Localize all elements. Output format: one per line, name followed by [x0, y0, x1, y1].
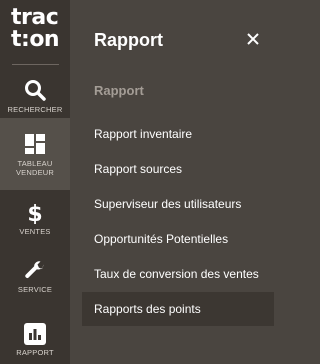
left-rail: trac t:on RECHERCHER TABLEAU VENDEUR $ V… — [0, 0, 70, 364]
search-icon — [25, 80, 46, 101]
menu-item-superviseur-utilisateurs[interactable]: Superviseur des utilisateurs — [82, 187, 274, 221]
menu-item-rapport-inventaire[interactable]: Rapport inventaire — [82, 117, 274, 151]
logo-line-2: t:on — [11, 27, 60, 52]
menu-item-rapports-points[interactable]: Rapports des points — [82, 292, 274, 326]
rail-label-search: RECHERCHER — [7, 105, 63, 114]
rail-item-search[interactable]: RECHERCHER — [0, 72, 70, 124]
dollar-icon: $ — [27, 202, 42, 224]
rail-label-rapport: RAPPORT — [16, 348, 54, 357]
traction-logo[interactable]: trac t:on — [0, 0, 70, 66]
rail-item-service[interactable]: SERVICE — [0, 258, 70, 308]
rail-label-service: SERVICE — [17, 285, 53, 294]
section-title: Rapport — [94, 83, 144, 98]
logo-divider — [12, 64, 59, 65]
report-chart-icon — [24, 323, 46, 345]
app: trac t:on RECHERCHER TABLEAU VENDEUR $ V… — [0, 0, 282, 364]
rail-item-rapport[interactable]: RAPPORT — [0, 316, 70, 364]
rail-item-tableau-vendeur[interactable]: TABLEAU VENDEUR — [0, 118, 70, 190]
rail-label-ventes: VENTES — [19, 227, 51, 236]
menu-item-taux-conversion[interactable]: Taux de conversion des ventes — [82, 257, 274, 291]
menu-item-opportunites-potentielles[interactable]: Opportunités Potentielles — [82, 222, 274, 256]
dashboard-icon — [25, 134, 45, 154]
rail-label-tableau: TABLEAU — [17, 159, 53, 168]
close-icon[interactable] — [242, 28, 264, 50]
wrench-icon — [25, 261, 44, 278]
rail-label-vendeur: VENDEUR — [15, 168, 55, 177]
menu-item-rapport-sources[interactable]: Rapport sources — [82, 152, 274, 186]
panel-title: Rapport — [94, 30, 163, 50]
rapport-panel: Rapport Rapport Rapport inventaire Rappo… — [70, 0, 282, 364]
logo-line-1: trac — [11, 5, 59, 30]
rail-item-ventes[interactable]: $ VENTES — [0, 200, 70, 250]
svg-text:$: $ — [27, 202, 42, 224]
